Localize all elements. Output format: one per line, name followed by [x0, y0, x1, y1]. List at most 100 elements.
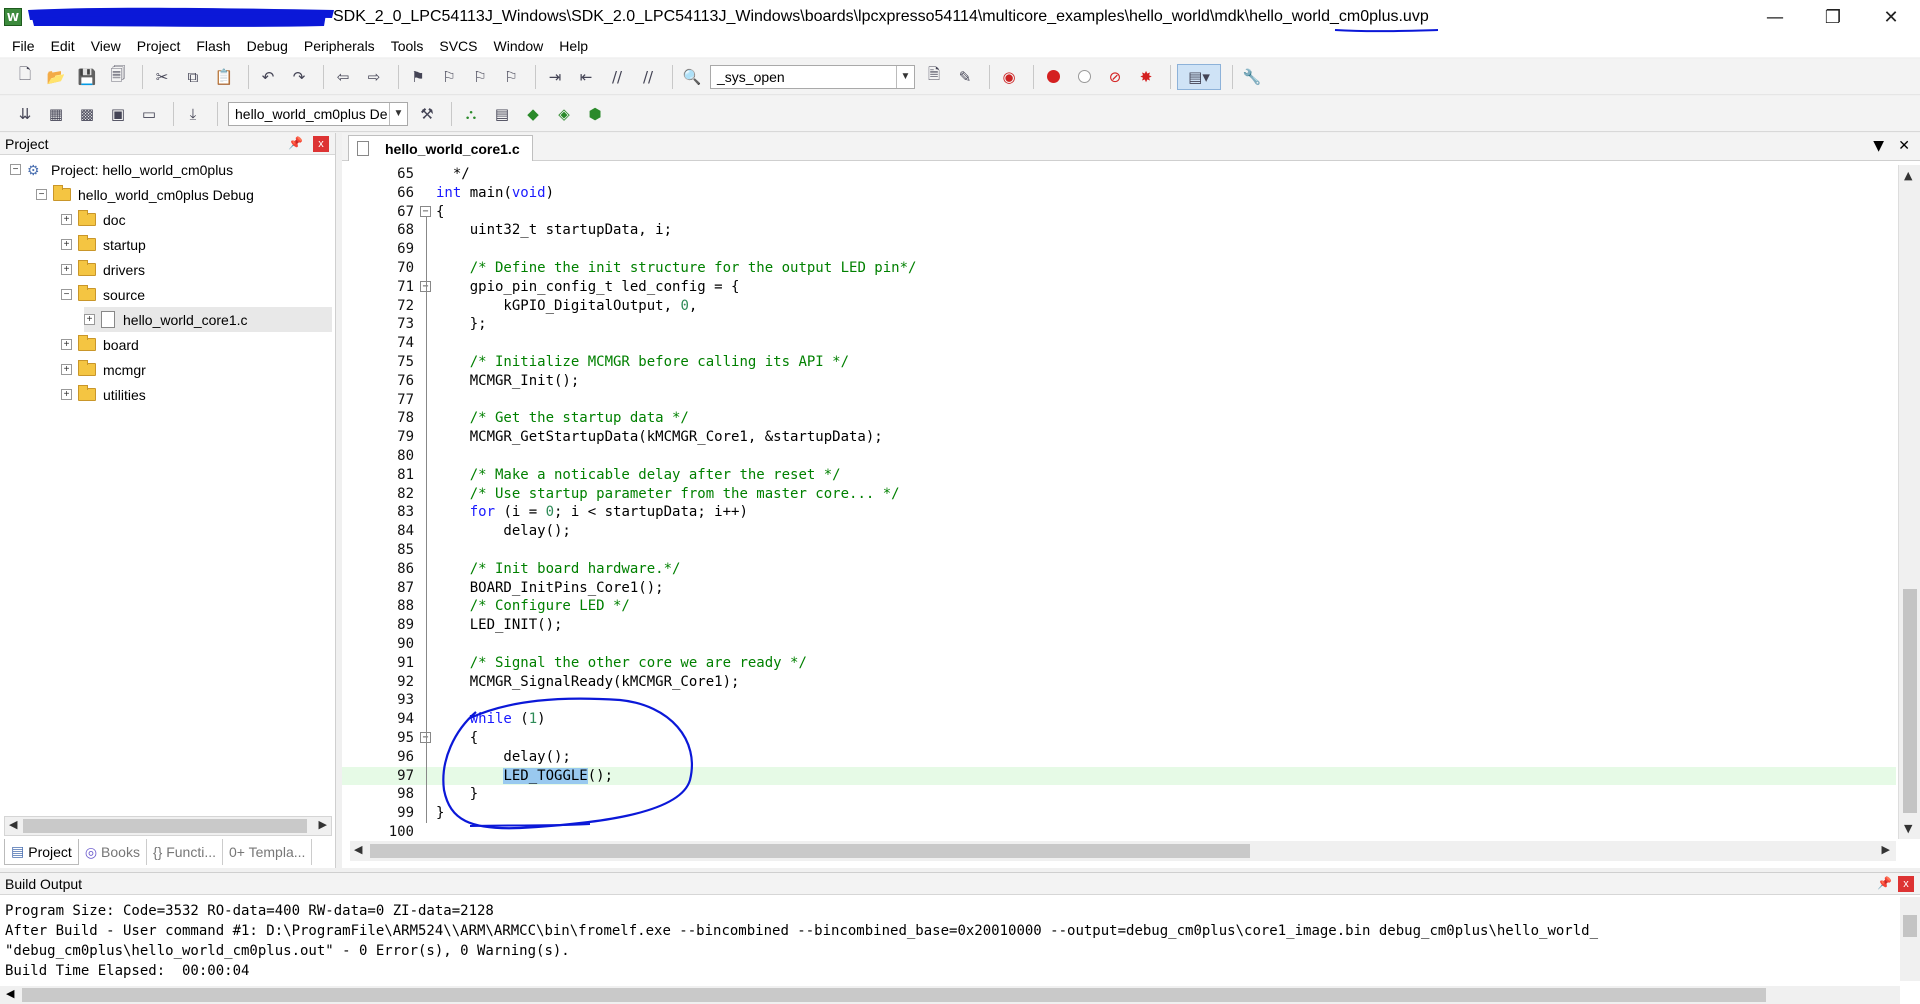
code-line[interactable]: 81 /* Make a noticable delay after the r… — [342, 466, 1896, 485]
menu-debug[interactable]: Debug — [239, 38, 296, 54]
new-file-icon[interactable]: 🗋 — [12, 64, 38, 90]
expand-icon[interactable]: + — [84, 314, 95, 325]
cut-icon[interactable]: ✂ — [149, 64, 175, 90]
select-packs-icon[interactable]: ▤ — [489, 101, 515, 127]
code-line[interactable]: 70 /* Define the init structure for the … — [342, 259, 1896, 278]
unindent-icon[interactable]: ⇤ — [573, 64, 599, 90]
scroll-left-icon[interactable]: ◀ — [6, 987, 14, 1000]
code-line[interactable]: 79 MCMGR_GetStartupData(kMCMGR_Core1, &s… — [342, 428, 1896, 447]
code-line[interactable]: 82 /* Use startup parameter from the mas… — [342, 485, 1896, 504]
target-options-icon[interactable]: ⚒ — [414, 101, 440, 127]
breakpoint-kill-all-icon[interactable]: ✸ — [1133, 64, 1159, 90]
uncomment-icon[interactable]: // — [635, 64, 661, 90]
breakpoint-disable-all-icon[interactable]: ⊘ — [1102, 64, 1128, 90]
tab-project[interactable]: ▤ Project — [4, 839, 79, 865]
code-line[interactable]: 68 uint32_t startupData, i; — [342, 221, 1896, 240]
menu-window[interactable]: Window — [486, 38, 552, 54]
code-line[interactable]: 94 while (1) — [342, 710, 1896, 729]
tree-item-target[interactable]: − hello_world_cm0plus Debug — [36, 182, 254, 207]
tab-list-chevron-icon[interactable]: ▼ — [1873, 138, 1884, 154]
editor-vertical-scrollbar[interactable]: ▲ ▼ — [1898, 165, 1920, 839]
scroll-up-icon[interactable]: ▲ — [1904, 169, 1912, 182]
tab-books[interactable]: ◎ Books — [79, 839, 147, 865]
scroll-down-icon[interactable]: ▼ — [1904, 822, 1912, 835]
pack-installer-icon[interactable]: ◈ — [551, 101, 577, 127]
breakpoint-insert-icon[interactable] — [1040, 64, 1066, 90]
translate-icon[interactable]: ⇊ — [12, 101, 38, 127]
code-line[interactable]: 93 — [342, 691, 1896, 710]
nav-back-icon[interactable]: ⇦ — [330, 64, 356, 90]
code-line[interactable]: 65 */ — [342, 165, 1896, 184]
scrollbar-thumb[interactable] — [23, 819, 307, 833]
tab-templates[interactable]: 0+ Templa... — [223, 839, 313, 865]
scrollbar-thumb[interactable] — [1903, 915, 1917, 937]
close-tab-icon[interactable]: ✕ — [1898, 138, 1910, 154]
scroll-left-icon[interactable]: ◀ — [9, 818, 17, 831]
menu-flash[interactable]: Flash — [188, 38, 238, 54]
scrollbar-thumb[interactable] — [1903, 589, 1917, 813]
build-output-text[interactable]: Program Size: Code=3532 RO-data=400 RW-d… — [5, 901, 1598, 981]
paste-icon[interactable]: 📋 — [211, 64, 237, 90]
open-file-icon[interactable]: 📂 — [43, 64, 69, 90]
collapse-icon[interactable]: − — [36, 189, 47, 200]
menu-tools[interactable]: Tools — [383, 38, 432, 54]
collapse-icon[interactable]: − — [10, 164, 21, 175]
expand-icon[interactable]: + — [61, 389, 72, 400]
code-line[interactable]: 85 — [342, 541, 1896, 560]
code-line[interactable]: 73 }; — [342, 315, 1896, 334]
code-line[interactable]: 99} — [342, 804, 1896, 823]
code-line[interactable]: 66 int main(void) — [342, 184, 1896, 203]
tree-item-utilities[interactable]: + utilities — [61, 382, 146, 407]
build-icon[interactable]: ▦ — [43, 101, 69, 127]
minimize-button[interactable]: — — [1746, 0, 1804, 34]
code-line[interactable]: 72 kGPIO_DigitalOutput, 0, — [342, 297, 1896, 316]
code-line[interactable]: 84 delay(); — [342, 522, 1896, 541]
indent-icon[interactable]: ⇥ — [542, 64, 568, 90]
project-horizontal-scrollbar[interactable]: ◀ ▶ — [4, 816, 332, 836]
menu-project[interactable]: Project — [129, 38, 189, 54]
expand-icon[interactable]: + — [61, 339, 72, 350]
code-line[interactable]: 83 for (i = 0; i < startupData; i++) — [342, 503, 1896, 522]
expand-icon[interactable]: + — [61, 364, 72, 375]
tree-item-board[interactable]: + board — [61, 332, 139, 357]
close-button[interactable]: ✕ — [1862, 0, 1920, 34]
code-line[interactable]: 89 LED_INIT(); — [342, 616, 1896, 635]
tree-item-doc[interactable]: + doc — [61, 207, 126, 232]
code-line[interactable]: 67−{ — [342, 203, 1896, 222]
menu-view[interactable]: View — [83, 38, 129, 54]
fold-collapse-icon[interactable]: − — [420, 205, 431, 217]
code-line[interactable]: 96 delay(); — [342, 748, 1896, 767]
tree-item-mcmgr[interactable]: + mcmgr — [61, 357, 146, 382]
copy-icon[interactable]: ⧉ — [180, 64, 206, 90]
save-icon[interactable]: 💾 — [74, 64, 100, 90]
menu-help[interactable]: Help — [551, 38, 596, 54]
tree-item-startup[interactable]: + startup — [61, 232, 146, 257]
build-vertical-scrollbar[interactable] — [1900, 897, 1920, 981]
undo-icon[interactable]: ↶ — [255, 64, 281, 90]
code-line[interactable]: 90 — [342, 635, 1896, 654]
next-bookmark-icon[interactable]: ⚐ — [467, 64, 493, 90]
tree-item-source[interactable]: − source — [61, 282, 145, 307]
code-line[interactable]: 98 } — [342, 785, 1896, 804]
chevron-down-icon[interactable]: ▼ — [389, 102, 407, 125]
expand-icon[interactable]: + — [61, 239, 72, 250]
code-area[interactable]: 65 */66 int main(void) 67−{68 uint32_t sta… — [342, 165, 1896, 839]
code-line[interactable]: 91 /* Signal the other core we are ready… — [342, 654, 1896, 673]
close-icon[interactable]: x — [313, 136, 329, 152]
scrollbar-thumb[interactable] — [22, 988, 1766, 1002]
menu-edit[interactable]: Edit — [43, 38, 83, 54]
code-line[interactable]: 80 — [342, 447, 1896, 466]
incremental-find-icon[interactable]: ✎ — [952, 64, 978, 90]
comment-icon[interactable]: // — [604, 64, 630, 90]
nav-forward-icon[interactable]: ⇨ — [361, 64, 387, 90]
code-line[interactable]: 77 — [342, 391, 1896, 410]
pin-icon[interactable]: 📌 — [1877, 876, 1892, 890]
editor-horizontal-scrollbar[interactable]: ◀ ▶ — [350, 841, 1896, 861]
expand-icon[interactable]: + — [61, 214, 72, 225]
code-line[interactable]: 71− gpio_pin_config_t led_config = { — [342, 278, 1896, 297]
menu-file[interactable]: File — [4, 38, 43, 54]
bookmark-icon[interactable]: ⚑ — [405, 64, 431, 90]
close-icon[interactable]: x — [1898, 876, 1914, 892]
redo-icon[interactable]: ↷ — [286, 64, 312, 90]
prev-bookmark-icon[interactable]: ⚐ — [436, 64, 462, 90]
